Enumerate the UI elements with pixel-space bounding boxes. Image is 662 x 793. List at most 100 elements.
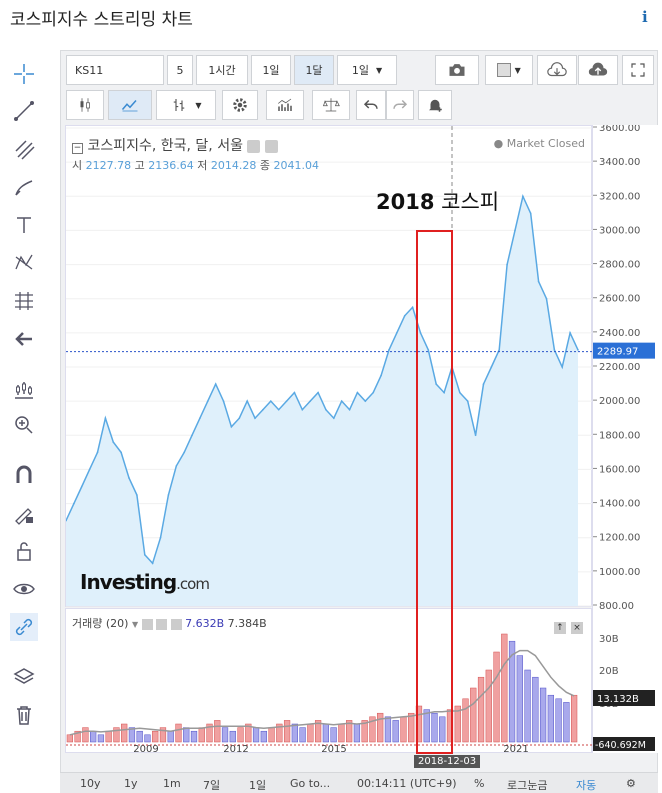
interval-1h-button[interactable]: 1시간 <box>196 55 248 85</box>
pitchfork-icon[interactable] <box>10 135 38 163</box>
area-type-button[interactable] <box>108 90 152 120</box>
pattern-icon[interactable] <box>10 249 38 277</box>
price-data-point <box>317 391 319 394</box>
zoom-in-icon[interactable] <box>10 411 38 439</box>
bar-type-button[interactable]: ▼ <box>156 90 216 120</box>
gear-icon[interactable]: ⚙ <box>626 777 636 790</box>
volume-bar <box>555 698 562 743</box>
goto-button[interactable]: Go to... <box>290 777 330 790</box>
cloud-download-icon <box>547 62 567 77</box>
interval-1month-button[interactable]: 1달 <box>294 55 334 85</box>
price-data-point <box>333 417 335 420</box>
trash-icon[interactable] <box>10 701 38 729</box>
text-icon[interactable] <box>10 211 38 239</box>
symbol-text: KS11 <box>75 63 104 77</box>
volume-bar <box>144 734 151 743</box>
settings-button[interactable] <box>222 90 258 120</box>
collapse-icon[interactable]: − <box>72 143 83 154</box>
price-axis[interactable]: 3600.00 3400.00 3200.00 3000.00 2800.00 2600.… <box>592 125 658 753</box>
unlock-icon[interactable] <box>10 537 38 565</box>
page-title: 코스피지수 스트리밍 차트 <box>10 10 193 30</box>
volume-chart-area[interactable]: 2009 2012 2015 2021 거래량 (20) ▼ 7.632B 7.384… <box>65 608 593 754</box>
alert-button[interactable] <box>418 90 452 120</box>
price-data-point <box>104 417 107 420</box>
pane-close-icon[interactable]: × <box>571 622 583 634</box>
cloud-download-button[interactable] <box>537 55 577 85</box>
magnet-icon[interactable] <box>10 461 38 489</box>
auto-scale-button[interactable]: 자동 <box>576 777 596 793</box>
ohlc-bar-icon <box>174 99 185 111</box>
volume-bar <box>532 676 539 743</box>
annotation-label: 2018 코스피 <box>376 186 499 216</box>
back-arrow-icon[interactable] <box>10 325 38 353</box>
volume-bar <box>415 705 423 743</box>
volume-bar <box>198 727 205 743</box>
price-data-point <box>120 451 122 454</box>
fullscreen-button[interactable] <box>622 55 654 85</box>
price-tick-label: 800.00 <box>599 601 634 612</box>
candles-icon[interactable] <box>10 375 38 403</box>
volume-visibility-icon[interactable] <box>141 618 153 630</box>
legend-settings-icon[interactable] <box>264 139 278 153</box>
price-chart-area[interactable]: − 코스피지수, 한국, 달, 서울 ● Market Closed 시 212… <box>65 125 593 608</box>
current-volume-text: 13.132B <box>597 694 639 705</box>
range-1d-button[interactable]: 1일 <box>249 777 266 793</box>
price-data-point <box>340 400 343 402</box>
volume-bar <box>307 723 314 743</box>
fibonacci-icon[interactable] <box>10 287 38 315</box>
log-scale-button[interactable]: 로그눈금 <box>507 777 547 793</box>
volume-bar <box>252 727 260 743</box>
interval-number[interactable]: 5 <box>167 55 193 85</box>
redo-icon <box>393 99 408 109</box>
price-data-point <box>372 391 375 394</box>
time-tick-label: 2012 <box>223 744 248 754</box>
price-data-point <box>364 400 367 402</box>
pane-up-icon[interactable]: ↑ <box>553 622 566 634</box>
price-data-point <box>183 451 185 454</box>
time-tick-label: 2015 <box>321 744 346 754</box>
interval-1d-button[interactable]: 1일 <box>251 55 291 85</box>
volume-bar <box>121 723 128 743</box>
price-data-point <box>254 417 256 420</box>
chevron-down-icon[interactable]: ▼ <box>132 620 138 629</box>
price-data-point <box>167 494 170 496</box>
range-7d-button[interactable]: 7일 <box>203 777 220 793</box>
volume-value-1: 7.632B <box>185 617 225 630</box>
trendline-icon[interactable] <box>10 97 38 125</box>
range-1m-button[interactable]: 1m <box>163 777 181 790</box>
brush-icon[interactable] <box>10 173 38 201</box>
camera-button[interactable] <box>435 55 479 85</box>
eye-icon[interactable] <box>10 575 38 603</box>
legend-visibility-icon[interactable] <box>247 139 261 153</box>
redo-button[interactable] <box>386 90 414 120</box>
price-data-point <box>112 441 115 443</box>
lock-drawing-icon[interactable] <box>10 499 38 527</box>
logo-suffix: .com <box>176 575 210 593</box>
price-data-point <box>435 383 438 385</box>
price-data-point <box>482 383 485 385</box>
volume-close-icon[interactable] <box>170 618 182 630</box>
price-axis-svg: 3600.00 3400.00 3200.00 3000.00 2800.00 2600.… <box>593 125 655 751</box>
symbol-input[interactable]: KS11 <box>66 55 164 85</box>
candlestick-type-button[interactable] <box>66 90 104 120</box>
compare-button[interactable] <box>312 90 350 120</box>
interval-dropdown[interactable]: 1일 ▼ <box>337 55 397 85</box>
volume-bar <box>66 734 74 743</box>
camera-icon <box>449 64 465 76</box>
crosshair-icon[interactable] <box>10 60 38 88</box>
price-data-point <box>348 408 351 411</box>
price-data-point <box>427 349 430 351</box>
range-1y-button[interactable]: 1y <box>124 777 138 790</box>
info-icon[interactable]: i <box>642 8 648 26</box>
volume-settings-icon[interactable] <box>156 618 168 630</box>
layers-icon[interactable] <box>10 663 38 691</box>
price-data-point <box>238 417 241 420</box>
cloud-upload-button[interactable] <box>578 55 618 85</box>
undo-button[interactable] <box>356 90 386 120</box>
indicators-button[interactable] <box>266 90 304 120</box>
volume-bar <box>322 723 330 743</box>
range-10y-button[interactable]: 10y <box>80 777 101 790</box>
link-icon[interactable] <box>10 613 38 641</box>
color-picker-button[interactable]: ▼ <box>485 55 533 85</box>
percent-scale-button[interactable]: % <box>474 777 484 790</box>
